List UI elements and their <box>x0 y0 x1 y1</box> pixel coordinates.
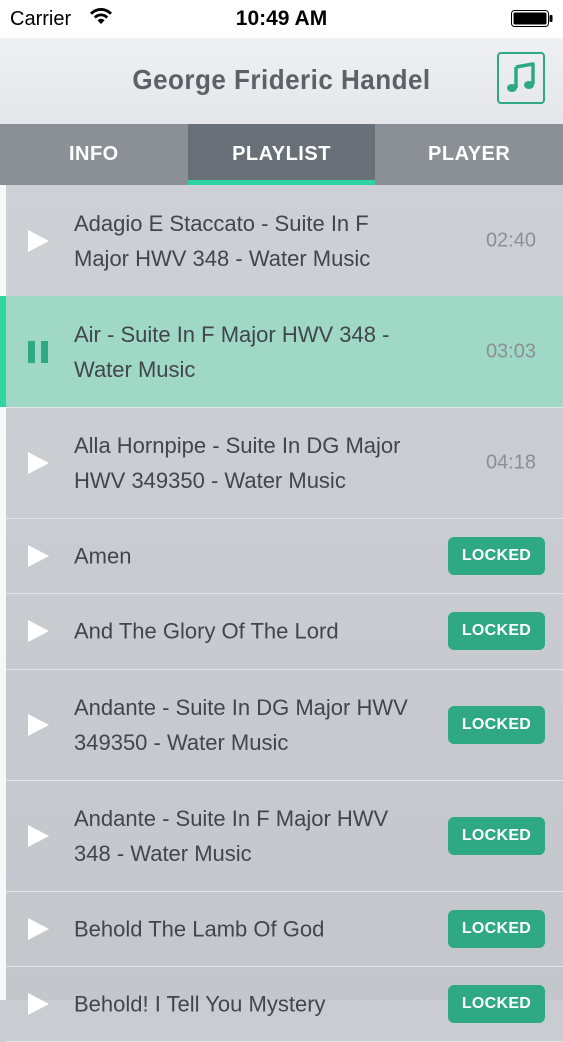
track-duration: 02:40 <box>485 229 536 251</box>
list-item[interactable]: Andante - Suite In F Major HWV 348 - Wat… <box>6 780 563 892</box>
locked-badge[interactable]: LOCKED <box>448 984 545 1023</box>
locked-badge[interactable]: LOCKED <box>448 536 545 575</box>
status-time: 10:49 AM <box>235 7 328 30</box>
playlist: Adagio E Staccato - Suite In F Major HWV… <box>0 185 563 1042</box>
track-title: Alla Hornpipe - Suite In DG Major HWV 34… <box>74 432 401 493</box>
locked-badge[interactable]: LOCKED <box>448 816 545 855</box>
track-title: Amen <box>74 543 132 568</box>
play-icon[interactable] <box>26 713 50 737</box>
track-title: Behold! I Tell You Mystery <box>74 991 326 1016</box>
play-icon[interactable] <box>26 544 50 568</box>
active-indicator <box>0 296 6 407</box>
play-icon[interactable] <box>26 917 50 941</box>
page-title: George Frideric Handel <box>132 64 431 95</box>
track-title: And The Glory Of The Lord <box>74 618 339 644</box>
music-button[interactable] <box>497 52 545 104</box>
tab-playlist[interactable]: PLAYLIST <box>187 124 376 185</box>
list-item[interactable]: Behold The Lamb Of God LOCKED <box>6 891 563 967</box>
list-item[interactable]: Adagio E Staccato - Suite In F Major HWV… <box>6 185 563 297</box>
locked-badge[interactable]: LOCKED <box>448 705 545 744</box>
track-duration: 04:18 <box>485 451 536 473</box>
play-icon[interactable] <box>26 992 50 1016</box>
track-title: Air - Suite In F Major HWV 348 - Water M… <box>74 321 390 382</box>
track-duration: 03:03 <box>485 340 536 362</box>
tab-player[interactable]: PLAYER <box>375 124 563 185</box>
list-item[interactable]: Behold! I Tell You Mystery LOCKED <box>6 966 563 1042</box>
music-note-icon <box>507 62 535 92</box>
list-item[interactable]: Alla Hornpipe - Suite In DG Major HWV 34… <box>6 407 563 519</box>
list-item[interactable]: Air - Suite In F Major HWV 348 - Water M… <box>0 296 563 408</box>
play-icon[interactable] <box>26 451 50 475</box>
track-title: Behold The Lamb Of God <box>74 916 325 941</box>
battery-icon <box>511 10 553 27</box>
list-item[interactable]: And The Glory Of The Lord LOCKED <box>6 593 563 670</box>
track-title: Adagio E Staccato - Suite In F Major HWV… <box>74 210 371 271</box>
play-icon[interactable] <box>26 619 50 643</box>
track-title: Andante - Suite In F Major HWV 348 - Wat… <box>74 805 389 866</box>
tab-info[interactable]: INFO <box>0 124 188 185</box>
play-icon[interactable] <box>26 824 50 848</box>
play-icon[interactable] <box>26 229 50 253</box>
tab-bar: INFO PLAYLIST PLAYER <box>0 124 563 185</box>
status-bar: Carrier 10:49 AM <box>0 0 563 38</box>
header-bar: George Frideric Handel <box>0 38 563 125</box>
pause-icon[interactable] <box>26 340 50 364</box>
locked-badge[interactable]: LOCKED <box>448 909 545 948</box>
locked-badge[interactable]: LOCKED <box>448 612 545 650</box>
list-item[interactable]: Amen LOCKED <box>6 518 563 594</box>
track-title: Andante - Suite In DG Major HWV 349350 -… <box>74 694 408 755</box>
list-item[interactable]: Andante - Suite In DG Major HWV 349350 -… <box>6 669 563 781</box>
